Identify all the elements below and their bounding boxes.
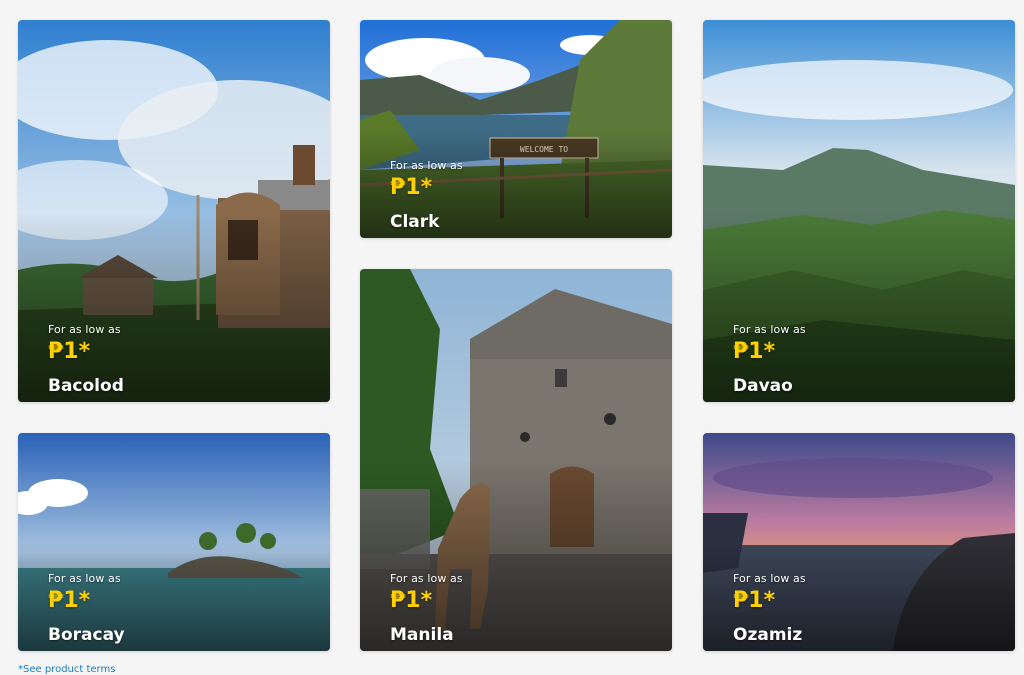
destination-card-manila[interactable]: For as low as ₱1* Manila [360,269,672,651]
destination-card-ozamiz[interactable]: For as low as ₱1* Ozamiz [703,433,1015,651]
destination-card-boracay[interactable]: For as low as ₱1* Boracay [18,433,330,651]
price-prefix: For as low as [733,323,806,336]
city-name: Davao [733,376,793,396]
city-name: Boracay [48,625,125,645]
price-value: ₱1* [48,588,91,613]
price-prefix: For as low as [48,323,121,336]
price-prefix: For as low as [390,572,463,585]
price-value: ₱1* [390,588,433,613]
price-value: ₱1* [390,175,433,200]
destination-card-clark[interactable]: WELCOME TO For as low as ₱1* Clark [360,20,672,238]
destination-card-bacolod[interactable]: For as low as ₱1* Bacolod [18,20,330,402]
destination-card-davao[interactable]: For as low as ₱1* Davao [703,20,1015,402]
city-name: Manila [390,625,454,645]
price-prefix: For as low as [390,159,463,172]
city-name: Ozamiz [733,625,803,645]
price-value: ₱1* [733,588,776,613]
price-prefix: For as low as [48,572,121,585]
city-name: Bacolod [48,376,124,396]
price-value: ₱1* [733,339,776,364]
price-prefix: For as low as [733,572,806,585]
terms-link[interactable]: *See product terms [18,664,115,675]
price-value: ₱1* [48,339,91,364]
city-name: Clark [390,212,440,232]
